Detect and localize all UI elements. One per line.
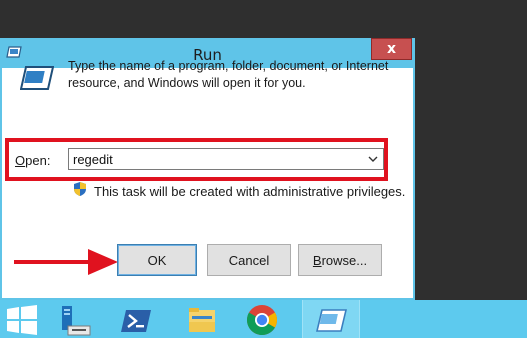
uac-shield-icon [74,182,86,196]
close-icon: x [386,41,397,57]
windows-start-icon[interactable] [6,304,38,336]
open-label: Open: [15,153,51,168]
run-icon[interactable] [315,304,347,336]
cancel-button[interactable]: Cancel [207,244,291,276]
file-explorer-icon[interactable] [186,304,218,336]
taskbar [0,300,527,338]
open-combobox[interactable] [68,148,384,170]
open-input[interactable] [71,150,360,168]
dialog-description: Type the name of a program, folder, docu… [68,59,389,90]
browse-button[interactable]: Browse... [298,244,382,276]
admin-note: This task will be created with administr… [94,184,406,199]
red-arrow-annotation [14,249,118,275]
ok-button[interactable]: OK [117,244,197,276]
powershell-icon[interactable] [120,304,152,336]
close-button[interactable]: x [371,38,412,60]
chrome-icon[interactable] [246,304,278,336]
server-manager-icon[interactable] [60,304,92,336]
chevron-down-icon[interactable] [367,153,379,165]
run-program-icon [20,66,54,90]
